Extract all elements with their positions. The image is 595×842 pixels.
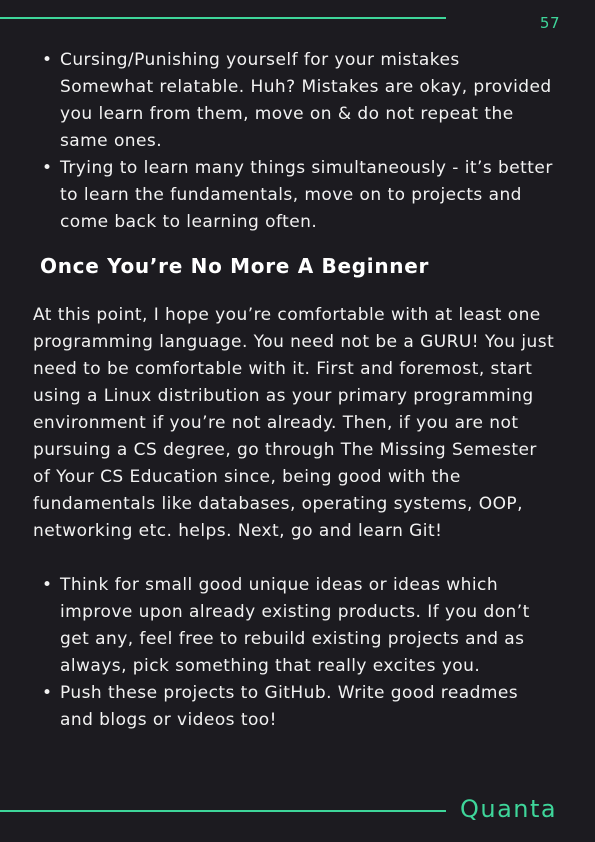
list-item-line: improve upon already existing products. … [60,602,530,622]
projects-bullet-list: • Think for small good unique ideas or i… [42,572,572,734]
header-rule [0,17,446,19]
section-heading: Once You’re No More A Beginner [40,254,430,278]
list-item: • Think for small good unique ideas or i… [42,572,572,680]
list-item: • Cursing/Punishing yourself for your mi… [42,47,572,155]
list-item-line: Cursing/Punishing yourself for your mist… [60,50,460,70]
bullet-icon: • [42,575,53,595]
paragraph-line: fundamentals like databases, operating s… [33,494,523,514]
list-item-line: Somewhat relatable. Huh? Mistakes are ok… [60,77,552,97]
paragraph-line: of Your CS Education since, being good w… [33,467,461,487]
list-item-line: always, pick something that really excit… [60,656,481,676]
paragraph-line: networking etc. helps. Next, go and lear… [33,521,443,541]
list-item-line: come back to learning often. [60,212,318,232]
list-item-line: you learn from them, move on & do not re… [60,104,514,124]
paragraph-line: pursuing a CS degree, go through The Mis… [33,440,537,460]
list-item-line: same ones. [60,131,163,151]
paragraph-line: environment if you’re not already. Then,… [33,413,519,433]
bullet-icon: • [42,158,53,178]
mistakes-bullet-list: • Cursing/Punishing yourself for your mi… [42,47,572,236]
footer-brand: Quanta [460,795,558,823]
paragraph-line: programming language. You need not be a … [33,332,555,352]
list-item-line: to learn the fundamentals, move on to pr… [60,185,522,205]
section-paragraph: At this point, I hope you’re comfortable… [33,302,573,545]
paragraph-line: At this point, I hope you’re comfortable… [33,305,541,325]
page-number: 57 [539,14,560,32]
bullet-icon: • [42,50,53,70]
list-item-line: Push these projects to GitHub. Write goo… [60,683,519,703]
footer-rule [0,810,446,812]
list-item-line: get any, feel free to rebuild existing p… [60,629,525,649]
list-item-line: Trying to learn many things simultaneous… [60,158,553,178]
paragraph-line: need to be comfortable with it. First an… [33,359,533,379]
list-item-line: and blogs or videos too! [60,710,277,730]
list-item: • Trying to learn many things simultaneo… [42,155,572,236]
list-item: • Push these projects to GitHub. Write g… [42,680,572,734]
bullet-icon: • [42,683,53,703]
paragraph-line: using a Linux distribution as your prima… [33,386,534,406]
list-item-line: Think for small good unique ideas or ide… [60,575,499,595]
